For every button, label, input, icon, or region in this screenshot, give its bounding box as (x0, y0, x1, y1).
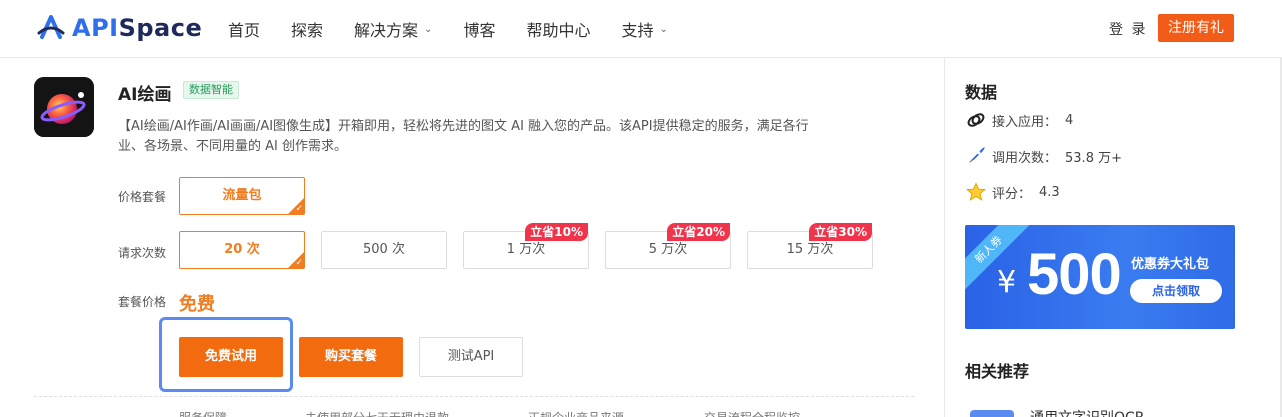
currency-symbol: ¥ (997, 265, 1017, 300)
nav-solutions[interactable]: 解决方案 ⌄ (354, 17, 432, 41)
category-tag[interactable]: 数据智能 (183, 81, 239, 99)
discount-badge: 立省20% (667, 223, 730, 241)
request-option-50k[interactable]: 5 万次 立省20% (605, 223, 731, 269)
nav-blog[interactable]: 博客 (463, 17, 495, 41)
top-header: APISpace 首页 探索 解决方案 ⌄ 博客 帮助中心 支持 ⌄ 登 录 注册有… (0, 0, 1282, 58)
data-heading: 数据 (965, 83, 998, 102)
request-option-150k[interactable]: 15 万次 立省30% (747, 223, 873, 269)
related-item-title[interactable]: 通用文字识别OCR (1030, 407, 1145, 417)
price-label: 套餐价格 (118, 295, 167, 309)
check-icon: ✓ (295, 204, 303, 214)
section-divider (34, 396, 914, 397)
guarantee-item: 服务保障 (179, 409, 227, 417)
sidebar-divider (944, 58, 945, 417)
nav-help-center[interactable]: 帮助中心 (526, 17, 590, 41)
chevron-down-icon: ⌄ (659, 23, 668, 35)
claim-coupon-button[interactable]: 点击领取 (1130, 279, 1222, 303)
main-nav: 首页 探索 解决方案 ⌄ 博客 帮助中心 支持 ⌄ (228, 0, 699, 58)
nav-explore[interactable]: 探索 (291, 17, 323, 41)
coupon-amount: 500 (1027, 242, 1122, 307)
buy-package-button[interactable]: 购买套餐 (299, 337, 403, 377)
planet-icon (34, 77, 94, 137)
logo-text-api: API (72, 14, 119, 42)
guarantee-item: 交易流程全程监控 (704, 409, 800, 417)
register-button[interactable]: 注册有礼 (1158, 14, 1234, 42)
related-item-icon (970, 410, 1014, 417)
discount-badge: 立省10% (525, 223, 588, 241)
request-option-20[interactable]: 20 次 ✓ (179, 231, 305, 269)
rocket-icon (969, 147, 985, 163)
discount-badge: 立省30% (809, 223, 872, 241)
requests-label: 请求次数 (118, 246, 167, 260)
request-option-10k[interactable]: 1 万次 立省10% (463, 223, 589, 269)
product-title: AI绘画 (118, 85, 172, 105)
chevron-down-icon: ⌄ (424, 23, 433, 35)
product-description: 【AI绘画/AI作画/AI画画/AI图像生成】开箱即用，轻松将先进的图文 AI … (118, 119, 809, 154)
coupon-title: 优惠券大礼包 (1131, 257, 1210, 272)
nav-support[interactable]: 支持 ⌄ (621, 17, 667, 41)
stat-apps: 接入应用： 4 (966, 110, 1073, 130)
price-value: 免费 (179, 294, 215, 315)
product-icon (34, 77, 94, 137)
star-icon (966, 182, 986, 201)
logo-mark-icon (37, 15, 65, 39)
login-link[interactable]: 登 录 (1109, 19, 1147, 39)
logo-text-space: Space (118, 14, 203, 42)
coupon-banner[interactable]: 新人券 ¥ 500 优惠券大礼包 点击领取 (965, 225, 1235, 329)
apispace-logo[interactable]: APISpace (36, 12, 202, 44)
request-option-500[interactable]: 500 次 (321, 231, 447, 269)
related-heading: 相关推荐 (965, 362, 1030, 381)
package-option-traffic[interactable]: 流量包 ✓ (179, 177, 305, 215)
check-icon: ✓ (295, 258, 303, 268)
stat-rating: 评分： 4.3 (966, 182, 1060, 202)
guarantee-item: 正规企业商品来源 (528, 409, 624, 417)
stat-calls: 调用次数： 53.8 万+ (966, 146, 1122, 166)
test-api-button[interactable]: 测试API (419, 337, 523, 377)
nav-home[interactable]: 首页 (228, 17, 260, 41)
free-trial-button[interactable]: 免费试用 (179, 337, 283, 377)
link-icon (967, 113, 985, 127)
package-label: 价格套餐 (118, 190, 167, 204)
guarantee-item: 未使用部分七天无理由退款 (305, 409, 449, 417)
